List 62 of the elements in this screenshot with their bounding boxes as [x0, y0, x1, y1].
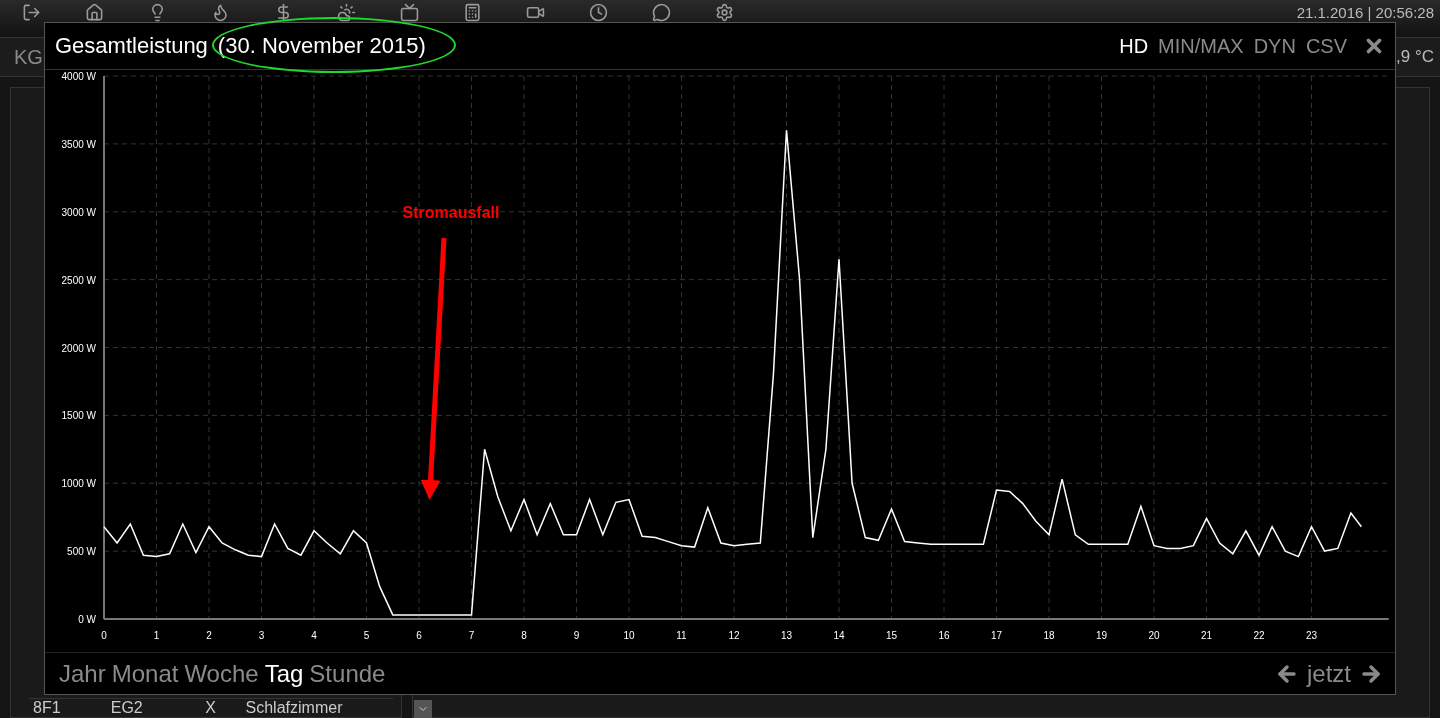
x-tick-label: 21	[1200, 630, 1213, 642]
flame-icon[interactable]	[211, 3, 230, 22]
x-tick-label: 0	[101, 630, 107, 642]
cloud-sun-icon[interactable]	[337, 3, 356, 22]
annotation-label: Stromausfall	[402, 204, 500, 222]
y-tick-label: 3000 W	[61, 207, 96, 219]
range-tab[interactable]: Jahr	[59, 659, 112, 688]
x-tick-label: 12	[728, 630, 740, 642]
speech-bubble-icon[interactable]	[652, 3, 671, 22]
x-tick-label: 11	[676, 630, 687, 642]
x-tick-label: 10	[623, 630, 635, 642]
panel-device-icon[interactable]	[463, 3, 482, 22]
range-tab[interactable]: Monat	[111, 659, 185, 688]
y-tick-label: 2500 W	[61, 274, 96, 286]
y-tick-label: 1000 W	[61, 478, 96, 490]
x-tick-label: 15	[885, 630, 898, 642]
option-toggle[interactable]: MIN/MAX	[1158, 34, 1244, 58]
range-tab[interactable]: Tag	[264, 659, 310, 688]
table-cell-text: EG2	[109, 699, 144, 717]
settings-icon[interactable]	[715, 3, 734, 22]
x-tick-label: 17	[990, 630, 1003, 642]
x-tick-label: 19	[1095, 630, 1108, 642]
dialog-date: (30. November 2015)	[217, 33, 426, 60]
x-tick-label: 4	[311, 630, 317, 642]
house-icon[interactable]	[85, 3, 104, 22]
table-cell-text: Schlafzimmer	[244, 699, 344, 717]
option-toggle[interactable]: CSV	[1305, 34, 1347, 58]
x-tick-label: 23	[1305, 630, 1318, 642]
dialog-title: Gesamtleistung	[55, 33, 208, 60]
x-tick-label: 9	[573, 630, 580, 642]
x-tick-label: 2	[206, 630, 212, 642]
table-cell-text: 8F1	[32, 699, 62, 717]
floor-tab[interactable]: KG	[14, 45, 43, 69]
x-tick-label: 20	[1148, 630, 1160, 642]
range-tab[interactable]: Stunde	[309, 659, 392, 688]
now-button[interactable]: jetzt	[1307, 659, 1351, 688]
y-tick-label: 0 W	[78, 614, 96, 626]
x-tick-label: 3	[258, 630, 265, 642]
x-tick-label: 22	[1253, 630, 1265, 642]
date-time: 21.1.2016 | 20:56:28	[1296, 4, 1434, 21]
x-tick-label: 13	[780, 630, 793, 642]
option-toggle[interactable]: DYN	[1253, 34, 1296, 58]
x-tick-label: 16	[938, 630, 950, 642]
tv-icon[interactable]	[400, 3, 419, 22]
y-tick-label: 4000 W	[61, 71, 96, 83]
x-tick-label: 7	[468, 630, 475, 642]
x-tick-label: 6	[416, 630, 422, 642]
option-toggle[interactable]: HD	[1119, 34, 1149, 58]
exit-icon[interactable]	[22, 3, 41, 22]
x-tick-label: 1	[153, 630, 160, 642]
temperature: ,9 °C	[1396, 47, 1434, 67]
y-tick-label: 1500 W	[61, 410, 96, 422]
y-tick-label: 2000 W	[61, 342, 96, 354]
x-tick-label: 8	[521, 630, 527, 642]
y-tick-label: 500 W	[67, 546, 96, 558]
table-cell-text: X	[204, 699, 217, 717]
clock-icon[interactable]	[589, 3, 608, 22]
x-tick-label: 5	[363, 630, 370, 642]
x-tick-label: 18	[1043, 630, 1055, 642]
x-tick-label: 14	[833, 630, 845, 642]
y-tick-label: 3500 W	[61, 139, 96, 151]
range-tab[interactable]: Woche	[184, 659, 265, 688]
